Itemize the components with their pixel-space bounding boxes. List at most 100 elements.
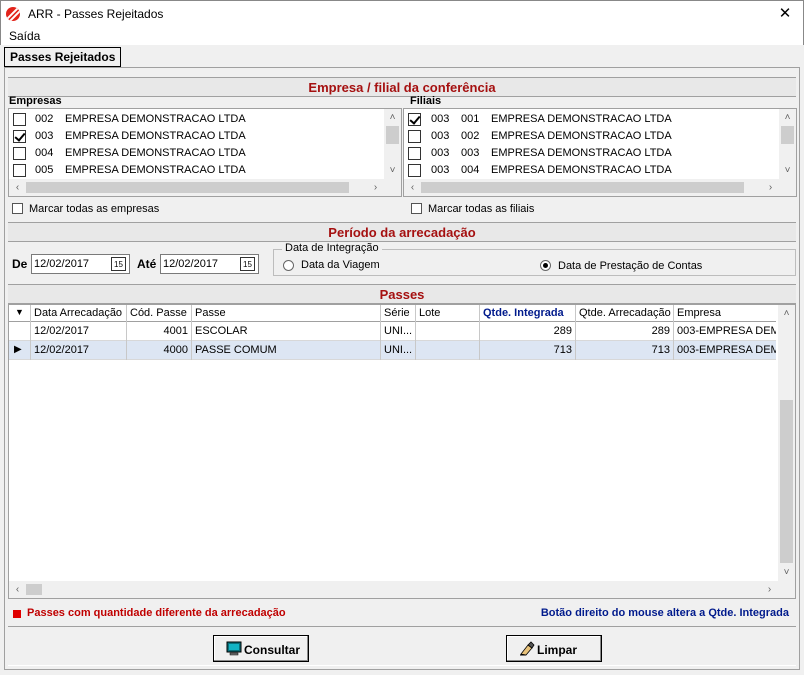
- list-item[interactable]: 003 004 EMPRESA DEMONSTRACAO LTDA: [404, 162, 796, 179]
- filial-empresa-code: 003: [431, 130, 450, 142]
- scroll-thumb[interactable]: [386, 126, 399, 144]
- grid-vscrollbar[interactable]: ˄ ˅: [778, 305, 795, 581]
- header-serie[interactable]: Série: [381, 305, 416, 322]
- list-item[interactable]: 005 EMPRESA DEMONSTRACAO LTDA: [9, 162, 401, 179]
- list-item[interactable]: 002 EMPRESA DEMONSTRACAO LTDA: [9, 111, 401, 128]
- filial-code: 003: [461, 147, 480, 159]
- filial-name: EMPRESA DEMONSTRACAO LTDA: [491, 130, 672, 142]
- tab-passes-rejeitados[interactable]: Passes Rejeitados: [4, 47, 122, 67]
- filial-code: 004: [461, 164, 480, 176]
- scroll-right-icon[interactable]: ›: [761, 581, 778, 598]
- row-indicator: ▶: [9, 341, 31, 360]
- header-passe[interactable]: Passe: [192, 305, 381, 322]
- calendar-icon[interactable]: 15: [111, 257, 126, 271]
- cell-qtde-arrecadacao: 713: [576, 341, 674, 360]
- filiais-label: Filiais: [410, 95, 442, 107]
- legend-swatch: [13, 610, 21, 618]
- scroll-thumb[interactable]: [26, 182, 349, 193]
- grid-hscrollbar[interactable]: ‹ ›: [9, 581, 795, 598]
- filial-checkbox[interactable]: [408, 164, 421, 177]
- empresa-checkbox[interactable]: [13, 130, 26, 143]
- scroll-left-icon[interactable]: ‹: [9, 179, 26, 196]
- header-qtde-integrada[interactable]: Qtde. Integrada: [480, 305, 576, 322]
- tab-page: Empresa / filial da conferência Empresas…: [4, 67, 800, 670]
- menu-item-saida[interactable]: Saída: [9, 29, 40, 43]
- scroll-up-icon[interactable]: ˄: [778, 305, 795, 322]
- empresa-checkbox[interactable]: [13, 164, 26, 177]
- header-data-arrecadacao[interactable]: Data Arrecadação: [31, 305, 127, 322]
- scroll-thumb[interactable]: [421, 182, 744, 193]
- empresas-hscrollbar[interactable]: ‹ ›: [9, 179, 401, 196]
- cell-qtde-integrada[interactable]: 713: [480, 341, 576, 360]
- filial-checkbox[interactable]: [408, 147, 421, 160]
- scroll-down-icon[interactable]: ˅: [778, 564, 795, 581]
- monitor-icon: [226, 641, 242, 656]
- button-bar: [8, 626, 796, 666]
- empresa-checkbox[interactable]: [13, 113, 26, 126]
- filiais-vscrollbar[interactable]: ˄ ˅: [779, 109, 796, 179]
- list-item[interactable]: 004 EMPRESA DEMONSTRACAO LTDA: [9, 145, 401, 162]
- radio-data-prestacao[interactable]: [540, 260, 551, 271]
- limpar-button[interactable]: Limpar: [506, 635, 602, 662]
- table-row[interactable]: 12/02/2017 4001 ESCOLAR UNI... 289 289 0…: [9, 322, 776, 341]
- empresa-name: EMPRESA DEMONSTRACAO LTDA: [65, 164, 246, 176]
- header-cod-passe[interactable]: Cód. Passe: [127, 305, 192, 322]
- filial-checkbox[interactable]: [408, 130, 421, 143]
- scroll-thumb[interactable]: [26, 584, 42, 595]
- marcar-todas-empresas-checkbox[interactable]: [12, 203, 23, 214]
- cell-lote: [416, 322, 480, 341]
- empresa-code: 004: [35, 147, 54, 159]
- scroll-thumb[interactable]: [780, 400, 793, 563]
- marcar-todas-empresas-label[interactable]: Marcar todas as empresas: [29, 203, 159, 215]
- radio-data-viagem-label[interactable]: Data da Viagem: [301, 259, 380, 271]
- empresas-list[interactable]: 002 EMPRESA DEMONSTRACAO LTDA 003 EMPRES…: [8, 108, 402, 197]
- scroll-right-icon[interactable]: ›: [367, 179, 384, 196]
- calendar-icon[interactable]: 15: [240, 257, 255, 271]
- filial-checkbox[interactable]: [408, 113, 421, 126]
- scroll-up-icon[interactable]: ˄: [384, 109, 401, 126]
- scroll-down-icon[interactable]: ˅: [384, 162, 401, 179]
- cell-qtde-arrecadacao: 289: [576, 322, 674, 341]
- ate-date-field[interactable]: 12/02/2017 15: [160, 254, 259, 274]
- close-icon[interactable]: ✕: [767, 1, 803, 27]
- cell-passe: ESCOLAR: [192, 322, 381, 341]
- empresas-vscrollbar[interactable]: ˄ ˅: [384, 109, 401, 179]
- scroll-left-icon[interactable]: ‹: [404, 179, 421, 196]
- cell-qtde-integrada[interactable]: 289: [480, 322, 576, 341]
- scroll-thumb[interactable]: [781, 126, 794, 144]
- window-title: ARR - Passes Rejeitados: [28, 7, 164, 21]
- scroll-right-icon[interactable]: ›: [762, 179, 779, 196]
- scroll-left-icon[interactable]: ‹: [9, 581, 26, 598]
- empresa-code: 005: [35, 164, 54, 176]
- scroll-down-icon[interactable]: ˅: [779, 162, 796, 179]
- header-empresa[interactable]: Empresa: [674, 305, 776, 322]
- de-date-field[interactable]: 12/02/2017 15: [31, 254, 130, 274]
- limpar-label: Limpar: [537, 643, 578, 657]
- header-lote[interactable]: Lote: [416, 305, 480, 322]
- filiais-list[interactable]: 003 001 EMPRESA DEMONSTRACAO LTDA 003 00…: [403, 108, 797, 197]
- list-item[interactable]: 003 EMPRESA DEMONSTRACAO LTDA: [9, 128, 401, 145]
- marcar-todas-filiais-label[interactable]: Marcar todas as filiais: [428, 203, 534, 215]
- list-item[interactable]: 003 003 EMPRESA DEMONSTRACAO LTDA: [404, 145, 796, 162]
- cell-cod-passe: 4000: [127, 341, 192, 360]
- filiais-hscrollbar[interactable]: ‹ ›: [404, 179, 796, 196]
- header-qtde-arrecadacao[interactable]: Qtde. Arrecadação: [576, 305, 674, 322]
- cell-serie: UNI...: [381, 341, 416, 360]
- consultar-button[interactable]: Consultar: [213, 635, 309, 662]
- cell-empresa: 003-EMPRESA DEMONSTR: [677, 344, 776, 356]
- empresas-label: Empresas: [9, 95, 62, 107]
- radio-data-prestacao-label[interactable]: Data de Prestação de Contas: [558, 260, 702, 272]
- window-titlebar: ARR - Passes Rejeitados ✕: [0, 0, 804, 26]
- table-row[interactable]: ▶ 12/02/2017 4000 PASSE COMUM UNI... 713…: [9, 341, 776, 360]
- list-item[interactable]: 003 001 EMPRESA DEMONSTRACAO LTDA: [404, 111, 796, 128]
- list-item[interactable]: 003 002 EMPRESA DEMONSTRACAO LTDA: [404, 128, 796, 145]
- empresa-checkbox[interactable]: [13, 147, 26, 160]
- header-indicator-icon[interactable]: ▼: [9, 305, 31, 322]
- cell-data: 12/02/2017: [31, 341, 127, 360]
- marcar-todas-filiais-checkbox[interactable]: [411, 203, 422, 214]
- data-integracao-group: Data de Integração Data da Viagem Data d…: [273, 242, 796, 276]
- de-label: De: [12, 257, 28, 271]
- radio-data-viagem[interactable]: [283, 260, 294, 271]
- scroll-up-icon[interactable]: ˄: [779, 109, 796, 126]
- passes-grid[interactable]: ▼ Data Arrecadação Cód. Passe Passe Séri…: [8, 304, 796, 599]
